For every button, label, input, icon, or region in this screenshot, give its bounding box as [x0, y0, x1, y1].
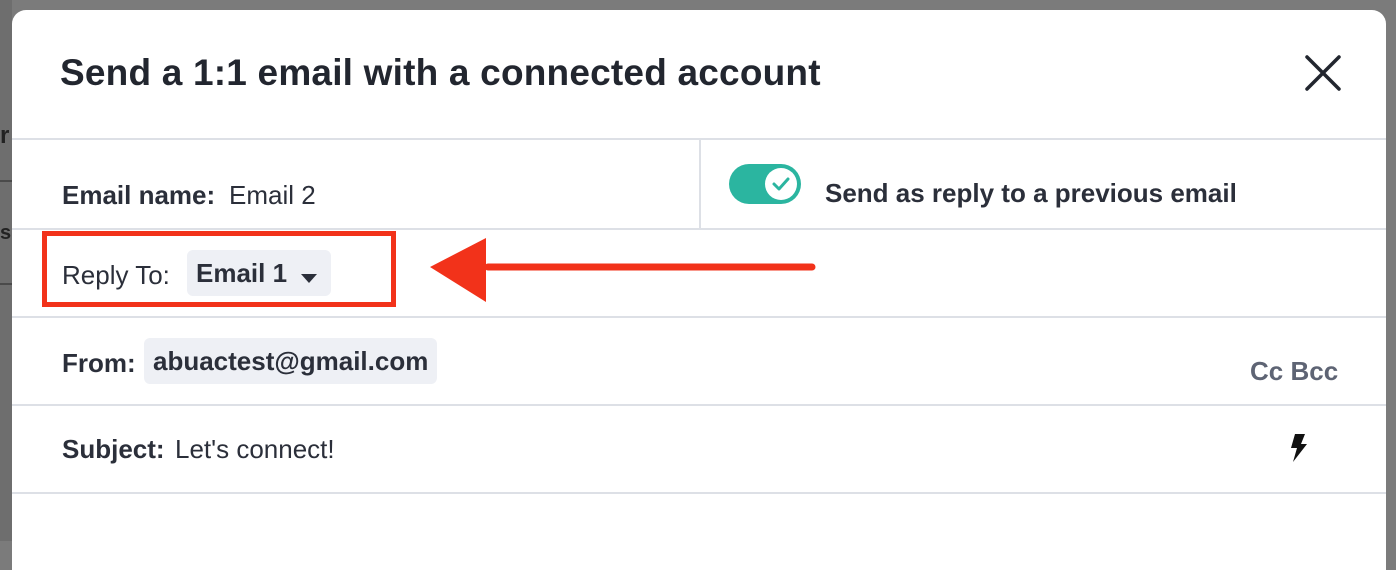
from-address-chip[interactable]: abuactest@gmail.com	[144, 338, 438, 384]
backdrop-divider	[0, 283, 12, 285]
highlight-box	[42, 231, 396, 307]
close-icon	[1305, 55, 1341, 91]
toggle-knob	[765, 168, 797, 200]
backdrop-text: s	[0, 222, 12, 244]
subject-label: Subject:	[62, 434, 165, 464]
email-name-row: Email name: Email 2 Send as reply to a p…	[12, 140, 1386, 230]
email-name-value[interactable]: Email 2	[229, 180, 316, 211]
cc-bcc-link[interactable]: Cc Bcc	[1250, 356, 1338, 387]
arrow-left-icon	[430, 238, 816, 302]
backdrop-page	[0, 0, 12, 541]
subject-value[interactable]: Let's connect!	[175, 434, 335, 465]
reply-toggle-label: Send as reply to a previous email	[825, 178, 1237, 208]
backdrop-divider	[0, 180, 12, 182]
personalize-button[interactable]	[1290, 434, 1308, 462]
email-name-label: Email name:	[62, 180, 216, 210]
close-button[interactable]	[1300, 50, 1346, 96]
backdrop-text: r	[0, 122, 10, 149]
dialog-header: Send a 1:1 email with a connected accoun…	[12, 10, 1386, 140]
row-divider	[699, 140, 701, 228]
lightning-bolt-icon	[1291, 434, 1307, 462]
subject-row: Subject: Let's connect!	[12, 406, 1386, 494]
dialog-title: Send a 1:1 email with a connected accoun…	[60, 52, 821, 93]
from-row: From: abuactest@gmail.com Cc Bcc	[12, 318, 1386, 406]
check-icon	[772, 177, 790, 191]
from-label: From:	[62, 348, 136, 378]
reply-toggle[interactable]	[729, 164, 801, 204]
